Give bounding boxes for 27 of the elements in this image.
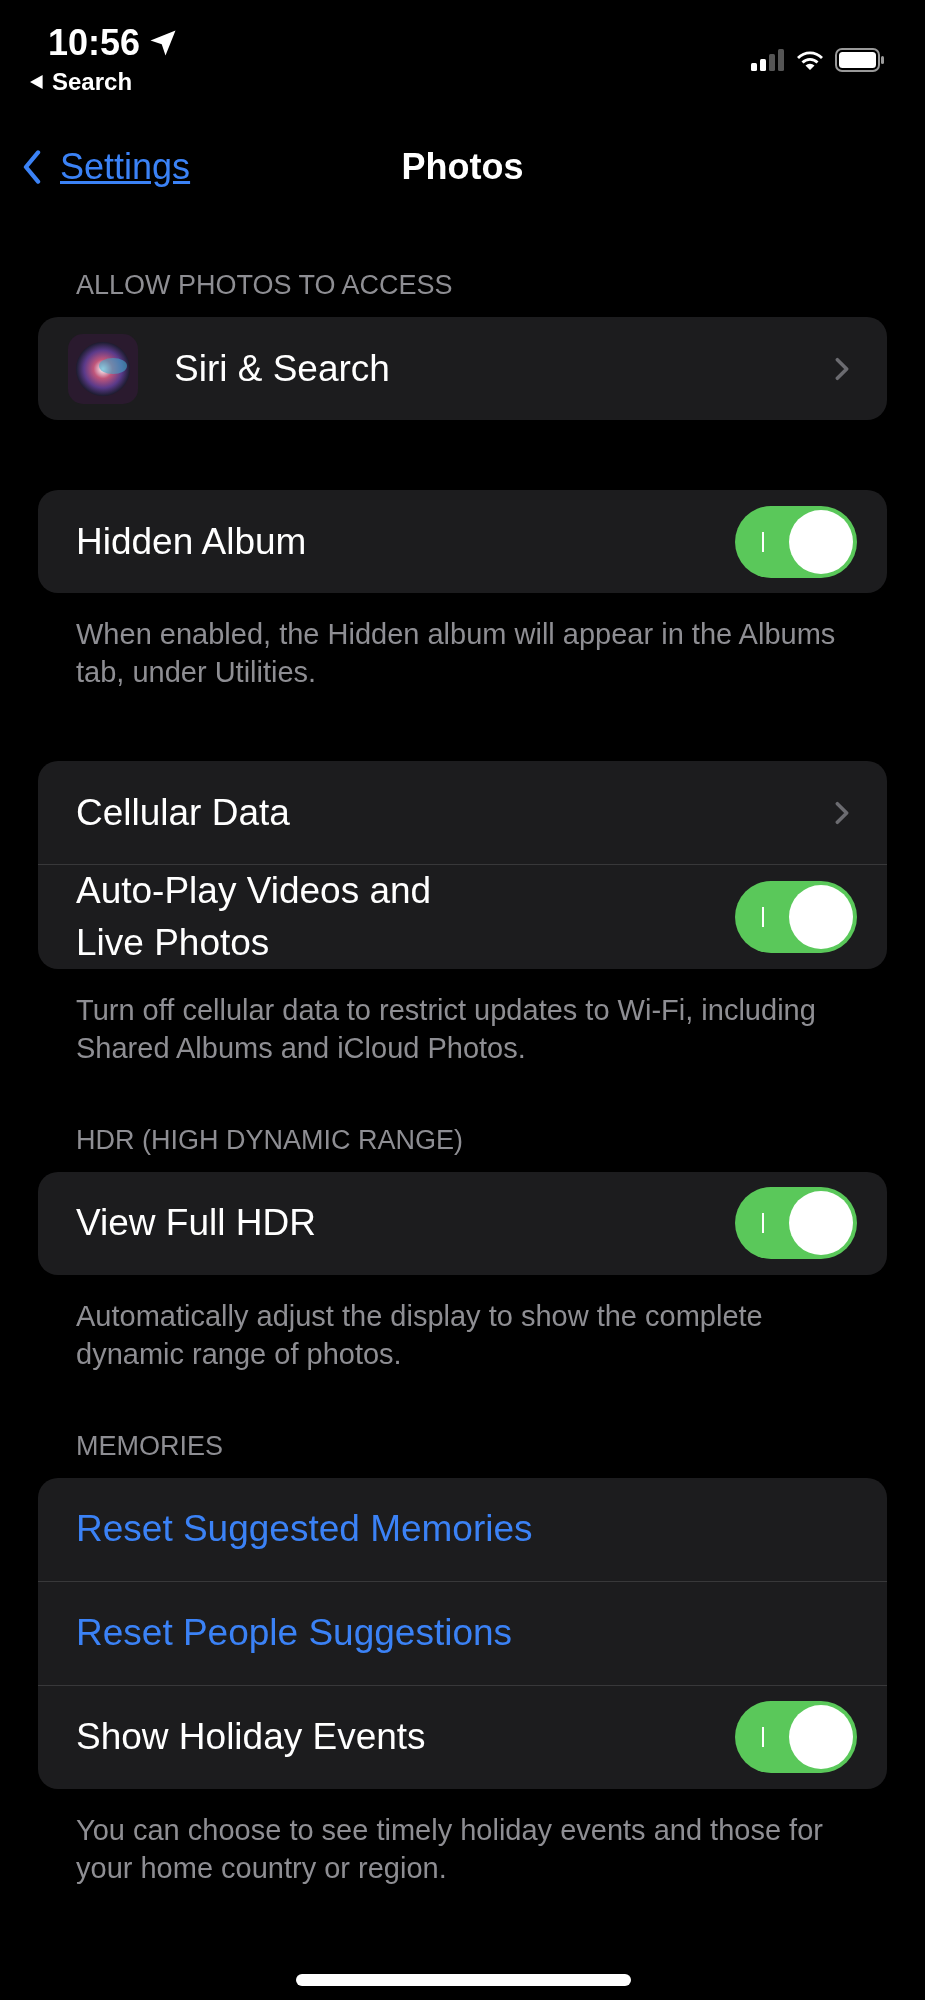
row-label: Hidden Album — [76, 519, 307, 564]
screen-title: Photos — [401, 146, 524, 188]
row-label: Siri & Search — [174, 346, 390, 391]
back-to-app-link[interactable]: Search — [30, 68, 179, 96]
chevron-icon[interactable] — [835, 800, 849, 825]
row-label: Auto-Play Videos and Live Photos — [76, 869, 433, 965]
action-link[interactable]: Reset Suggested Memories — [76, 1503, 533, 1555]
back-triangle-icon — [30, 75, 44, 89]
section-footer: You can choose to see timely holiday events and those for your home country or region. — [38, 1788, 887, 1887]
action-link[interactable]: Reset People Suggestions — [76, 1607, 513, 1659]
back-button[interactable]: Settings — [22, 146, 191, 188]
section-header: HDR (HIGH DYNAMIC RANGE) — [75, 1123, 464, 1157]
back-chevron-icon — [22, 150, 42, 184]
chevron-icon[interactable] — [835, 356, 849, 381]
section-header: ALLOW PHOTOS TO ACCESS — [75, 269, 454, 302]
signal-icon — [751, 49, 785, 71]
row-label: View Full HDR — [76, 1201, 316, 1246]
section-footer: Automatically adjust the display to show the complete dynamic range of photos. — [38, 1274, 887, 1373]
section-footer: Turn off cellular data to restrict updates to Wi-Fi, including Shared Albums and iCloud Photos. — [38, 968, 887, 1067]
section-footer: When enabled, the Hidden album will appear in the Albums tab, under Utilities. — [38, 593, 887, 691]
row-label: Show Holiday Events — [76, 1715, 426, 1760]
battery-icon — [835, 48, 885, 72]
section-header: MEMORIES — [75, 1429, 224, 1463]
row-label: Cellular Data — [76, 790, 290, 835]
status-time: 10:56 — [48, 22, 141, 64]
siri-orb-icon — [68, 333, 138, 404]
wifi-icon — [795, 49, 825, 71]
